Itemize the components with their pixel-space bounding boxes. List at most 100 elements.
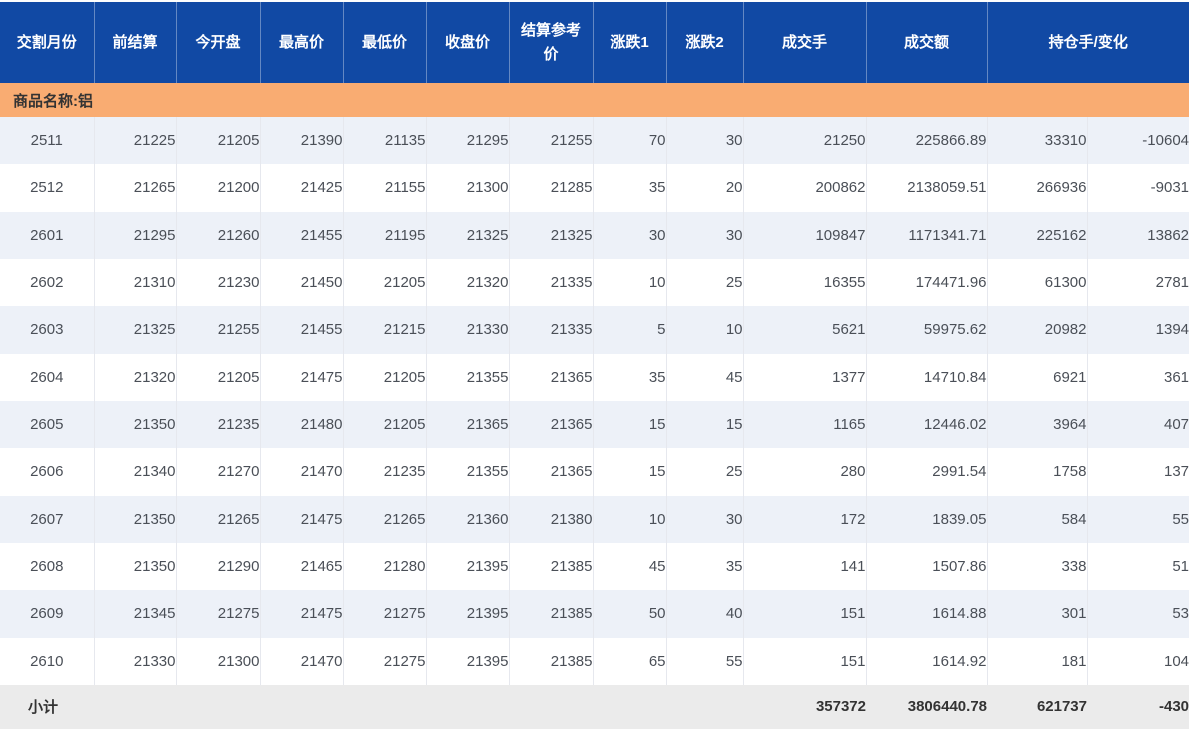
cell: 1377 <box>743 354 866 401</box>
cell: 16355 <box>743 259 866 306</box>
column-header-oi_change: 持仓手/变化 <box>987 2 1189 83</box>
cell: 59975.62 <box>866 306 987 353</box>
cell: 2991.54 <box>866 448 987 495</box>
commodity-group-row: 商品名称:铝 <box>0 83 1189 117</box>
cell: 21450 <box>260 259 343 306</box>
table-row-2610: 2610213302130021470212752139521385655515… <box>0 638 1189 685</box>
cell: 151 <box>743 590 866 637</box>
column-header-low: 最低价 <box>343 2 426 83</box>
cell: 55 <box>1087 496 1189 543</box>
cell: 45 <box>666 354 743 401</box>
cell: 1758 <box>987 448 1087 495</box>
cell: 21350 <box>94 496 176 543</box>
cell: 15 <box>666 401 743 448</box>
cell: 2602 <box>0 259 94 306</box>
column-header-settle_ref: 结算参考价 <box>509 2 593 83</box>
cell: 21295 <box>426 117 509 164</box>
cell: 21205 <box>343 354 426 401</box>
cell: 21380 <box>509 496 593 543</box>
cell: 70 <box>593 117 666 164</box>
cell: 21225 <box>94 117 176 164</box>
futures-quotes-panel: 交割月份前结算今开盘最高价最低价收盘价结算参考价涨跌1涨跌2成交手成交额持仓手/… <box>0 0 1189 729</box>
cell: 301 <box>987 590 1087 637</box>
cell: 6921 <box>987 354 1087 401</box>
table-row-2608: 2608213502129021465212802139521385453514… <box>0 543 1189 590</box>
cell: 21470 <box>260 638 343 685</box>
cell: 30 <box>666 117 743 164</box>
cell: 2604 <box>0 354 94 401</box>
cell: 21335 <box>509 259 593 306</box>
cell: 20982 <box>987 306 1087 353</box>
cell: 2607 <box>0 496 94 543</box>
cell: 21235 <box>176 401 260 448</box>
cell: 21365 <box>426 401 509 448</box>
cell: -9031 <box>1087 164 1189 211</box>
cell: 21295 <box>94 212 176 259</box>
cell: 137 <box>1087 448 1189 495</box>
cell: 151 <box>743 638 866 685</box>
cell: 2610 <box>0 638 94 685</box>
cell: 20 <box>666 164 743 211</box>
column-header-open: 今开盘 <box>176 2 260 83</box>
column-header-high: 最高价 <box>260 2 343 83</box>
subtotal-oi-change: -430 <box>1087 685 1189 729</box>
cell: 21475 <box>260 590 343 637</box>
cell: 21205 <box>176 117 260 164</box>
cell: 21455 <box>260 306 343 353</box>
cell: 21235 <box>343 448 426 495</box>
cell: 21475 <box>260 354 343 401</box>
cell: 15 <box>593 401 666 448</box>
cell: 21275 <box>176 590 260 637</box>
cell: 2781 <box>1087 259 1189 306</box>
cell: 21385 <box>509 590 593 637</box>
cell: 21350 <box>94 543 176 590</box>
cell: 2512 <box>0 164 94 211</box>
cell: 21395 <box>426 543 509 590</box>
cell: 21345 <box>94 590 176 637</box>
cell: 21330 <box>94 638 176 685</box>
cell: 21195 <box>343 212 426 259</box>
cell: 21395 <box>426 638 509 685</box>
cell: 25 <box>666 259 743 306</box>
cell: 35 <box>593 354 666 401</box>
cell: 2511 <box>0 117 94 164</box>
cell: 21325 <box>426 212 509 259</box>
cell: 21300 <box>176 638 260 685</box>
table-row-2609: 2609213452127521475212752139521385504015… <box>0 590 1189 637</box>
cell: 21290 <box>176 543 260 590</box>
cell: 21390 <box>260 117 343 164</box>
cell: 21395 <box>426 590 509 637</box>
cell: 12446.02 <box>866 401 987 448</box>
cell: 21335 <box>509 306 593 353</box>
column-header-month: 交割月份 <box>0 2 94 83</box>
cell: -10604 <box>1087 117 1189 164</box>
cell: 200862 <box>743 164 866 211</box>
cell: 21300 <box>426 164 509 211</box>
cell: 21480 <box>260 401 343 448</box>
cell: 21365 <box>509 401 593 448</box>
cell: 21325 <box>509 212 593 259</box>
table-row-2512: 2512212652120021425211552130021285352020… <box>0 164 1189 211</box>
cell: 172 <box>743 496 866 543</box>
cell: 1507.86 <box>866 543 987 590</box>
cell: 5621 <box>743 306 866 353</box>
cell: 2601 <box>0 212 94 259</box>
cell: 21260 <box>176 212 260 259</box>
cell: 21475 <box>260 496 343 543</box>
subtotal-row: 小计 357372 3806440.78 621737 -430 <box>0 685 1189 729</box>
column-header-chg2: 涨跌2 <box>666 2 743 83</box>
cell: 21320 <box>426 259 509 306</box>
subtotal-label: 小计 <box>0 685 743 729</box>
cell: 21255 <box>509 117 593 164</box>
cell: 30 <box>666 212 743 259</box>
cell: 21215 <box>343 306 426 353</box>
column-header-close: 收盘价 <box>426 2 509 83</box>
table-row-2601: 2601212952126021455211952132521325303010… <box>0 212 1189 259</box>
cell: 61300 <box>987 259 1087 306</box>
subtotal-open-interest: 621737 <box>987 685 1087 729</box>
cell: 21270 <box>176 448 260 495</box>
cell: 35 <box>666 543 743 590</box>
cell: 10 <box>666 306 743 353</box>
cell: 1614.88 <box>866 590 987 637</box>
cell: 361 <box>1087 354 1189 401</box>
